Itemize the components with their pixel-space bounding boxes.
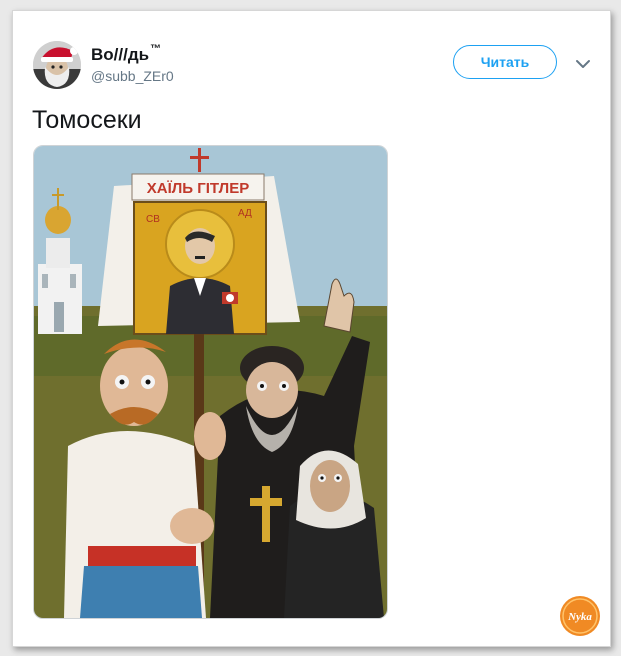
tweet-card: Во///дь ™ @subb_ZEr0 Читать Томосеки ХАЇ… xyxy=(12,10,611,647)
icon-right-text: АД xyxy=(238,208,252,219)
tweet-media-image[interactable]: ХАЇЛЬ ГІТЛЕР СВ АД xyxy=(33,145,388,619)
banner-text: ХАЇЛЬ ГІТЛЕР xyxy=(147,180,249,197)
chevron-down-icon[interactable] xyxy=(575,57,591,69)
watermark-text: Nyka xyxy=(567,611,592,623)
user-handle[interactable]: @subb_ZEr0 xyxy=(91,68,174,84)
avatar-image xyxy=(33,41,81,89)
watermark-logo: Nyka xyxy=(559,595,601,637)
avatar[interactable] xyxy=(33,41,81,89)
author-name-row[interactable]: Во///дь ™ xyxy=(91,43,162,66)
display-name[interactable]: Во///дь xyxy=(91,45,149,65)
follow-button[interactable]: Читать xyxy=(453,45,557,79)
tweet-text: Томосеки xyxy=(32,106,142,134)
painting: ХАЇЛЬ ГІТЛЕР СВ АД xyxy=(34,146,387,618)
icon-left-text: СВ xyxy=(146,214,160,225)
trademark-sign: ™ xyxy=(150,43,162,55)
